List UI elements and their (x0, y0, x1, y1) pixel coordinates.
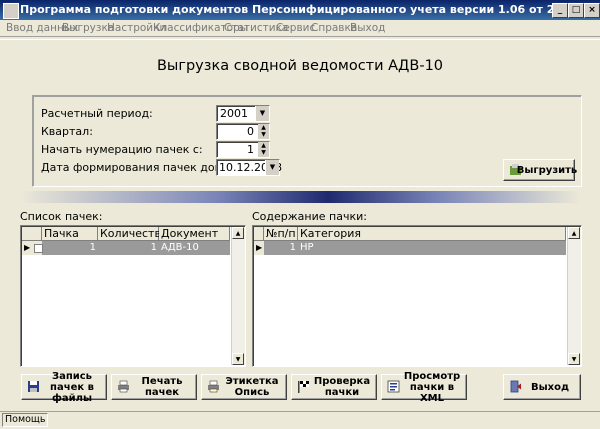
spin-arrows-icon[interactable]: ▲ ▼ (258, 142, 269, 157)
column-header-number[interactable]: №п/п (264, 227, 298, 241)
check-packs-button[interactable]: Проверка пачки (291, 374, 377, 400)
content-scrollbar[interactable]: ▲ ▼ (567, 227, 581, 365)
exit-button-label: Выход (530, 381, 570, 393)
date-picker[interactable]: 10.12.2008 ▼ (216, 159, 282, 176)
chevron-down-icon[interactable]: ▼ (255, 106, 269, 121)
cell-category: НР (300, 242, 314, 253)
label-printer-icon (208, 380, 219, 393)
content-grid[interactable]: №п/п Категория ▶ 1 НР ▲ ▼ (252, 225, 582, 367)
packs-grid[interactable]: Пачка Количество Документ ▶ 1 1 АДВ-10 ▲… (20, 225, 246, 367)
content-section-label: Содержание пачки: (252, 210, 367, 223)
spin-arrows-icon[interactable]: ▲ ▼ (258, 124, 269, 139)
maximize-button[interactable]: □ (568, 3, 584, 18)
packs-scrollbar[interactable]: ▲ ▼ (231, 227, 245, 365)
page-title: Выгрузка сводной ведомости АДВ-10 (156, 58, 444, 74)
cell-document: АДВ-10 (161, 242, 199, 253)
export-button[interactable]: Выгрузить (503, 159, 578, 181)
parameters-group: Расчетный период: 2001 ▼ Квартал: 0 ▲ ▼ Н… (32, 95, 582, 187)
scroll-up-icon[interactable]: ▲ (568, 227, 580, 239)
view-xml-icon (387, 380, 400, 393)
checkered-flag-icon (298, 381, 309, 393)
period-value: 2001 (220, 107, 248, 120)
column-header-pack[interactable]: Пачка (42, 227, 98, 241)
menu-separator (0, 36, 600, 40)
save-packs-label: Запись пачек в файлы (50, 370, 94, 404)
table-row[interactable]: ▶ 1 НР (254, 241, 566, 255)
scroll-down-icon[interactable]: ▼ (232, 353, 244, 365)
menu-item-exit[interactable]: Выход (350, 22, 385, 34)
print-packs-button[interactable]: Печать пачек (111, 374, 197, 400)
period-label: Расчетный период: (41, 107, 153, 120)
decorative-gradient-bar (20, 191, 580, 203)
period-select[interactable]: 2001 ▼ (216, 105, 270, 122)
view-xml-label: Просмотр пачки в XML (403, 370, 461, 404)
label-inventory-label: Этикетка Опись (225, 376, 279, 398)
close-button[interactable]: × (584, 3, 600, 18)
app-icon (3, 3, 19, 19)
scroll-down-icon[interactable]: ▼ (568, 353, 580, 365)
menu-item-service[interactable]: Сервис (276, 22, 315, 34)
cell-count: 1 (150, 242, 157, 253)
packs-section-label: Список пачек: (20, 210, 103, 223)
view-xml-button[interactable]: Просмотр пачки в XML (381, 370, 467, 404)
quarter-label: Квартал: (41, 125, 93, 138)
cell-number: 1 (289, 242, 296, 253)
exit-button[interactable]: Выход (503, 374, 581, 400)
exit-door-icon (510, 380, 521, 393)
pack-start-label: Начать нумерацию пачек с: (41, 143, 203, 156)
printer-icon (118, 380, 129, 393)
row-pointer-icon: ▶ (22, 241, 32, 255)
chevron-down-icon[interactable]: ▼ (265, 160, 279, 175)
row-pointer-icon: ▶ (254, 241, 264, 255)
pack-start-stepper[interactable]: 1 ▲ ▼ (216, 141, 270, 158)
window-title: Программа подготовки документов Персониф… (20, 3, 600, 16)
column-header-category[interactable]: Категория (298, 227, 566, 241)
quarter-stepper[interactable]: 0 ▲ ▼ (216, 123, 270, 140)
print-packs-label: Печать пачек (141, 376, 183, 398)
label-inventory-button[interactable]: Этикетка Опись (201, 374, 287, 400)
column-header-document[interactable]: Документ (159, 227, 230, 241)
grid-indicator-header (254, 227, 264, 241)
status-help: Помощь (2, 413, 48, 427)
menu-bar: Ввод данных Выгрузка Настройки Классифик… (0, 20, 600, 36)
save-packs-button[interactable]: Запись пачек в файлы (21, 370, 107, 404)
cell-pack: 1 (89, 242, 96, 253)
column-header-count[interactable]: Количество (98, 227, 168, 241)
grid-indicator-header (22, 227, 42, 241)
minimize-button[interactable]: _ (552, 3, 568, 18)
window-title-bar[interactable]: Программа подготовки документов Персониф… (0, 0, 600, 20)
check-packs-label: Проверка пачки (313, 376, 371, 398)
table-row[interactable]: ▶ 1 1 АДВ-10 (22, 241, 230, 255)
status-bar: Помощь (0, 411, 600, 429)
scroll-up-icon[interactable]: ▲ (232, 227, 244, 239)
pack-start-value: 1 (247, 143, 254, 156)
quarter-value: 0 (247, 125, 254, 138)
floppy-disk-icon (28, 381, 39, 392)
export-button-label: Выгрузить (516, 164, 578, 176)
row-checkbox[interactable] (32, 241, 43, 255)
